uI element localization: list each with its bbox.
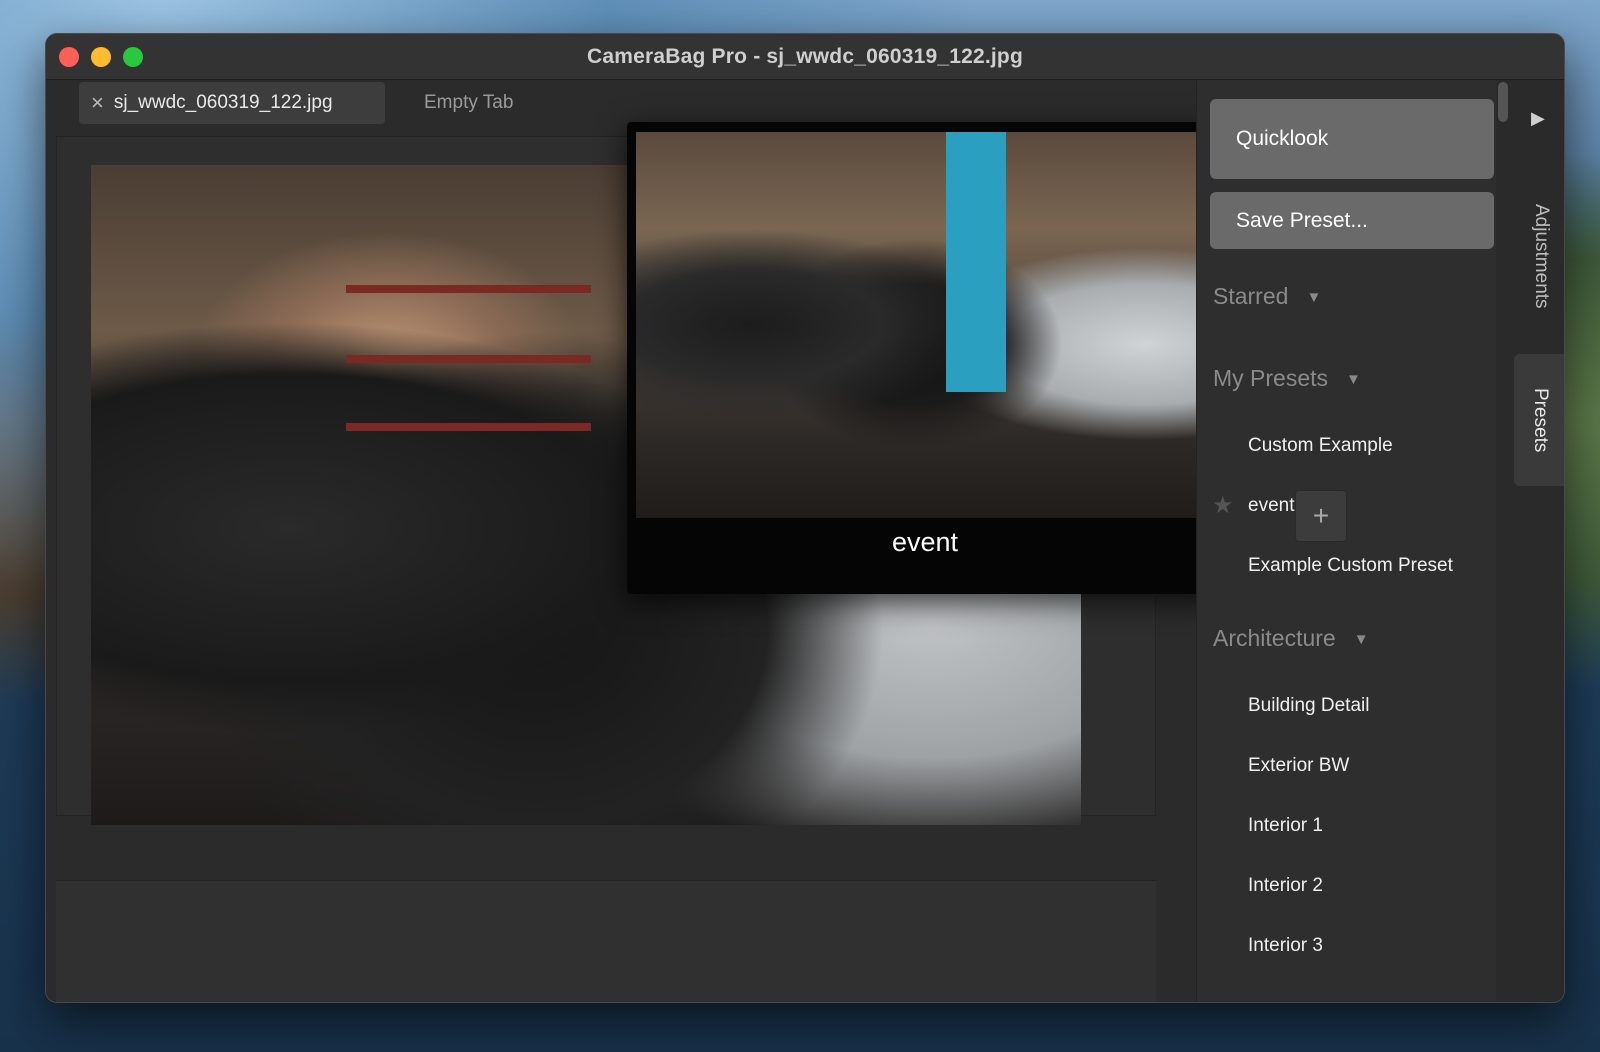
next-icon[interactable]: > [159,999,172,1002]
section-my-presets[interactable]: My Presets ▼ [1213,365,1361,392]
chevron-down-icon[interactable]: ▼ [1306,289,1321,306]
photo-detail [346,355,591,363]
window-title: CameraBag Pro - sj_wwdc_060319_122.jpg [587,44,1023,68]
section-label: Architecture [1213,625,1336,651]
chevron-down-icon[interactable]: ▼ [1346,371,1361,388]
section-label: My Presets [1213,365,1329,391]
quicklook-caption: event [891,527,959,557]
add-preset-button[interactable]: + [1295,490,1347,542]
photo-detail [346,423,591,431]
close-icon[interactable]: ✕ [242,999,260,1002]
maximize-window-button[interactable] [123,47,143,67]
quicklook-button[interactable]: Quicklook [1210,99,1494,179]
quicklook-popup: event [627,122,1223,594]
chevron-down-icon[interactable]: ▼ [1354,631,1369,648]
presets-sidebar: Quicklook Save Preset... Starred ▼ My Pre… [1196,80,1496,1002]
tab-presets-label: Presets [1530,387,1551,453]
save-preset-button[interactable]: Save Preset... [1210,192,1494,249]
tab-label: sj_wwdc_060319_122.jpg [113,92,333,113]
preset-item[interactable]: Interior 1 [1248,815,1323,837]
traffic-lights [59,47,143,67]
bottom-panel: ▼ < > ⏻ ✕ [56,880,1156,1002]
expand-panel-icon[interactable]: ▶ [1531,108,1545,129]
quicklook-preview-image [636,132,1214,518]
photo-detail [346,285,591,293]
preset-item[interactable]: Example Custom Preset [1248,555,1453,577]
section-label: Starred [1213,283,1289,309]
star-icon[interactable]: ★ [1212,491,1234,520]
tab-adjustments[interactable]: Adjustments [1528,204,1552,344]
preset-item[interactable]: Building Detail [1248,695,1369,717]
preset-item[interactable]: event [1248,495,1294,517]
previous-icon[interactable]: < [115,999,128,1002]
titlebar: CameraBag Pro - sj_wwdc_060319_122.jpg [46,34,1564,80]
tab-empty[interactable]: Empty Tab [424,82,513,124]
preset-item[interactable]: Interior 2 [1248,875,1323,897]
tab-presets[interactable]: Presets [1514,354,1564,486]
minimize-window-button[interactable] [91,47,111,67]
sidebar-scrollbar[interactable] [1498,82,1508,122]
preset-item[interactable]: Custom Example [1248,435,1393,457]
preset-item[interactable]: Interior 3 [1248,935,1323,957]
collapse-icon[interactable]: ▼ [72,999,90,1002]
section-architecture[interactable]: Architecture ▼ [1213,625,1369,652]
app-window: CameraBag Pro - sj_wwdc_060319_122.jpg ×… [45,33,1565,1003]
tab-close-icon[interactable]: × [91,90,104,116]
tab-image[interactable]: × sj_wwdc_060319_122.jpg [79,82,385,124]
power-icon[interactable]: ⏻ [199,999,216,1002]
section-starred[interactable]: Starred ▼ [1213,283,1321,310]
close-window-button[interactable] [59,47,79,67]
preset-item[interactable]: Exterior BW [1248,755,1349,777]
preview-detail [946,132,1006,392]
